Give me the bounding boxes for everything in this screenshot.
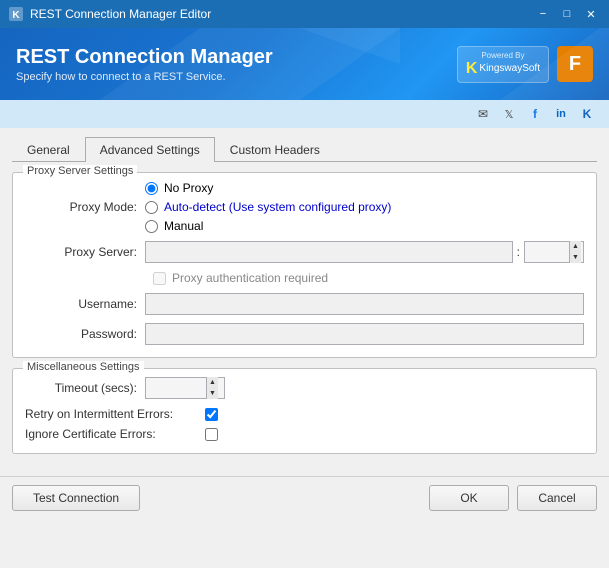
brand-name: KingswaySoft <box>479 63 540 74</box>
proxy-mode-label: Proxy Mode: <box>25 200 145 214</box>
window-controls: − □ ✕ <box>533 4 601 24</box>
proxy-server-control: : 0 ▲ ▼ <box>145 241 584 263</box>
misc-group-box: Miscellaneous Settings Timeout (secs): 1… <box>12 368 597 454</box>
password-input[interactable] <box>145 323 584 345</box>
radio-auto-detect[interactable]: Auto-detect (Use system configured proxy… <box>145 200 584 214</box>
footer-left: Test Connection <box>12 485 429 511</box>
proxy-server-row: Proxy Server: : 0 ▲ ▼ <box>25 241 584 263</box>
radio-auto-detect-input[interactable] <box>145 201 158 214</box>
proxy-server-input[interactable] <box>145 241 513 263</box>
facebook-icon[interactable]: f <box>525 104 545 124</box>
port-spinner: ▲ ▼ <box>569 241 581 263</box>
proxy-group-title: Proxy Server Settings <box>23 165 137 177</box>
app-subtitle: Specify how to connect to a REST Service… <box>16 71 457 83</box>
header-title-block: REST Connection Manager Specify how to c… <box>16 45 457 83</box>
svg-text:K: K <box>12 10 20 21</box>
footer: Test Connection OK Cancel <box>0 476 609 519</box>
ignore-cert-control <box>205 428 218 441</box>
timeout-input[interactable]: 120 <box>146 378 206 398</box>
cancel-button[interactable]: Cancel <box>517 485 597 511</box>
proxy-server-input-row: : 0 ▲ ▼ <box>145 241 584 263</box>
radio-manual-input[interactable] <box>145 220 158 233</box>
username-label: Username: <box>25 297 145 311</box>
timeout-decrement-button[interactable]: ▼ <box>207 388 218 399</box>
port-increment-button[interactable]: ▲ <box>570 241 581 252</box>
timeout-control: 120 ▲ ▼ <box>145 377 584 399</box>
misc-group-title: Miscellaneous Settings <box>23 361 144 373</box>
header-banner: REST Connection Manager Specify how to c… <box>0 28 609 100</box>
timeout-increment-button[interactable]: ▲ <box>207 377 218 388</box>
password-control <box>145 323 584 345</box>
f-logo: F <box>557 46 593 82</box>
port-colon: : <box>517 245 520 259</box>
app-title: REST Connection Manager <box>16 45 457 69</box>
test-connection-button[interactable]: Test Connection <box>12 485 140 511</box>
port-decrement-button[interactable]: ▼ <box>570 252 581 263</box>
footer-right: OK Cancel <box>429 485 597 511</box>
port-input[interactable]: 0 <box>525 242 569 262</box>
social-bar: ✉ 𝕏 f in K <box>0 100 609 128</box>
ok-button[interactable]: OK <box>429 485 509 511</box>
kingsway-logo: Powered By K KingswaySoft <box>457 46 549 83</box>
username-control <box>145 293 584 315</box>
retry-checkbox[interactable] <box>205 408 218 421</box>
ignore-cert-label: Ignore Certificate Errors: <box>25 427 205 441</box>
radio-manual[interactable]: Manual <box>145 219 584 233</box>
username-row: Username: <box>25 293 584 315</box>
timeout-label: Timeout (secs): <box>25 381 145 395</box>
kingsway-social-icon[interactable]: K <box>577 104 597 124</box>
port-input-wrap: 0 ▲ ▼ <box>524 241 584 263</box>
tab-custom-headers[interactable]: Custom Headers <box>215 137 335 162</box>
timeout-input-wrap: 120 ▲ ▼ <box>145 377 225 399</box>
password-row: Password: <box>25 323 584 345</box>
retry-control <box>205 408 218 421</box>
close-button[interactable]: ✕ <box>581 4 601 24</box>
proxy-radio-group: No Proxy Auto-detect (Use system configu… <box>145 181 584 233</box>
timeout-row: Timeout (secs): 120 ▲ ▼ <box>25 377 584 399</box>
proxy-mode-row: Proxy Mode: No Proxy Auto-detect (Use sy… <box>25 181 584 233</box>
proxy-mode-options: No Proxy Auto-detect (Use system configu… <box>145 181 584 233</box>
proxy-auth-row: Proxy authentication required <box>153 271 584 285</box>
twitter-icon[interactable]: 𝕏 <box>499 104 519 124</box>
proxy-auth-checkbox-label[interactable]: Proxy authentication required <box>153 271 584 285</box>
tab-advanced-settings[interactable]: Advanced Settings <box>85 137 215 162</box>
minimize-button[interactable]: − <box>533 4 553 24</box>
username-input[interactable] <box>145 293 584 315</box>
tab-general[interactable]: General <box>12 137 85 162</box>
proxy-group-box: Proxy Server Settings Proxy Mode: No Pro… <box>12 172 597 358</box>
ignore-cert-checkbox[interactable] <box>205 428 218 441</box>
timeout-spinner: ▲ ▼ <box>206 377 218 399</box>
header-logo: Powered By K KingswaySoft F <box>457 46 593 83</box>
radio-no-proxy-input[interactable] <box>145 182 158 195</box>
email-icon[interactable]: ✉ <box>473 104 493 124</box>
password-label: Password: <box>25 327 145 341</box>
powered-by-text: Powered By <box>481 51 524 60</box>
window-title: REST Connection Manager Editor <box>30 7 533 21</box>
tab-bar: General Advanced Settings Custom Headers <box>12 136 597 162</box>
proxy-auth-checkbox[interactable] <box>153 272 166 285</box>
main-content: General Advanced Settings Custom Headers… <box>0 128 609 472</box>
title-bar: K REST Connection Manager Editor − □ ✕ <box>0 0 609 28</box>
retry-row: Retry on Intermittent Errors: <box>25 407 584 421</box>
ignore-cert-row: Ignore Certificate Errors: <box>25 427 584 441</box>
brand-k-icon: K <box>466 60 478 78</box>
retry-label: Retry on Intermittent Errors: <box>25 407 205 421</box>
maximize-button[interactable]: □ <box>557 4 577 24</box>
proxy-server-label: Proxy Server: <box>25 245 145 259</box>
app-icon: K <box>8 6 24 22</box>
linkedin-icon[interactable]: in <box>551 104 571 124</box>
radio-no-proxy[interactable]: No Proxy <box>145 181 584 195</box>
